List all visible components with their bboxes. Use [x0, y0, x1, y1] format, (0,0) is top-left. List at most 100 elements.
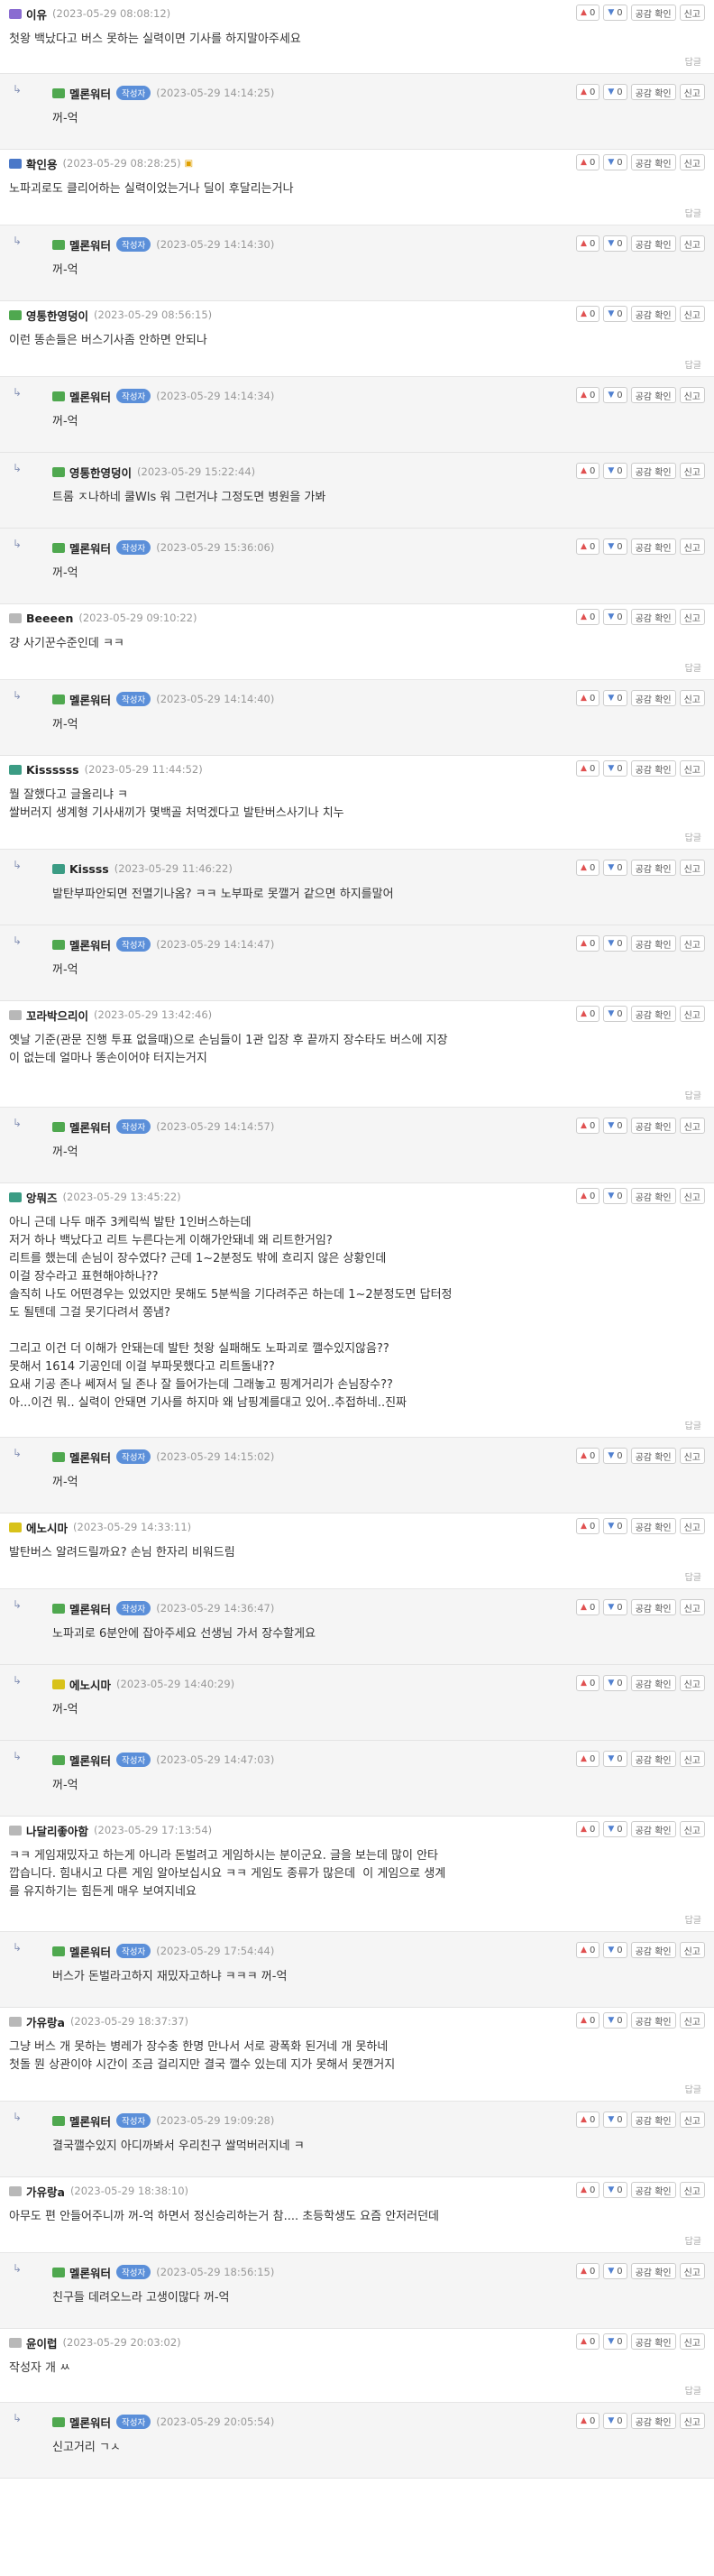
nickname[interactable]: 멜론워터 — [69, 539, 111, 557]
downvote-button[interactable]: ▼ 0 — [603, 2182, 627, 2198]
sympathy-check-button[interactable]: 공감 확인 — [630, 760, 676, 777]
upvote-button[interactable]: ▲ 0 — [576, 1942, 600, 1958]
reply-link[interactable]: 답글 — [685, 1418, 701, 1431]
reply-link[interactable]: 답글 — [685, 1912, 701, 1926]
sympathy-check-button[interactable]: 공감 확인 — [630, 5, 676, 21]
sympathy-check-button[interactable]: 공감 확인 — [630, 306, 676, 322]
downvote-button[interactable]: ▼ 0 — [603, 1821, 627, 1837]
upvote-button[interactable]: ▲ 0 — [576, 1821, 600, 1837]
downvote-button[interactable]: ▼ 0 — [603, 1006, 627, 1022]
sympathy-check-button[interactable]: 공감 확인 — [630, 690, 676, 706]
report-button[interactable]: 신고 — [679, 2012, 705, 2029]
upvote-button[interactable]: ▲ 0 — [576, 5, 600, 21]
downvote-button[interactable]: ▼ 0 — [603, 1448, 627, 1464]
report-button[interactable]: 신고 — [679, 1751, 705, 1767]
downvote-button[interactable]: ▼ 0 — [603, 760, 627, 777]
nickname[interactable]: 멜론워터 — [69, 1118, 111, 1136]
sympathy-check-button[interactable]: 공감 확인 — [630, 609, 676, 625]
downvote-button[interactable]: ▼ 0 — [603, 860, 627, 876]
reply-link[interactable]: 답글 — [685, 2082, 701, 2095]
sympathy-check-button[interactable]: 공감 확인 — [630, 1599, 676, 1615]
upvote-button[interactable]: ▲ 0 — [576, 235, 600, 252]
report-button[interactable]: 신고 — [679, 2263, 705, 2279]
sympathy-check-button[interactable]: 공감 확인 — [630, 463, 676, 479]
upvote-button[interactable]: ▲ 0 — [576, 1675, 600, 1691]
upvote-button[interactable]: ▲ 0 — [576, 2333, 600, 2350]
sympathy-check-button[interactable]: 공감 확인 — [630, 1448, 676, 1464]
upvote-button[interactable]: ▲ 0 — [576, 2263, 600, 2279]
nickname[interactable]: 멜론워터 — [69, 2264, 111, 2281]
nickname[interactable]: Kissss — [69, 862, 109, 876]
sympathy-check-button[interactable]: 공감 확인 — [630, 1751, 676, 1767]
report-button[interactable]: 신고 — [679, 1599, 705, 1615]
nickname[interactable]: 멜론워터 — [69, 85, 111, 102]
report-button[interactable]: 신고 — [679, 1118, 705, 1134]
upvote-button[interactable]: ▲ 0 — [576, 387, 600, 403]
sympathy-check-button[interactable]: 공감 확인 — [630, 1675, 676, 1691]
upvote-button[interactable]: ▲ 0 — [576, 2111, 600, 2128]
nickname[interactable]: 멜론워터 — [69, 1943, 111, 1960]
upvote-button[interactable]: ▲ 0 — [576, 860, 600, 876]
downvote-button[interactable]: ▼ 0 — [603, 690, 627, 706]
report-button[interactable]: 신고 — [679, 609, 705, 625]
report-button[interactable]: 신고 — [679, 1942, 705, 1958]
sympathy-check-button[interactable]: 공감 확인 — [630, 2263, 676, 2279]
upvote-button[interactable]: ▲ 0 — [576, 306, 600, 322]
nickname[interactable]: 멜론워터 — [69, 236, 111, 253]
downvote-button[interactable]: ▼ 0 — [603, 84, 627, 100]
nickname[interactable]: 멜론워터 — [69, 388, 111, 405]
downvote-button[interactable]: ▼ 0 — [603, 538, 627, 555]
upvote-button[interactable]: ▲ 0 — [576, 1006, 600, 1022]
reply-link[interactable]: 답글 — [685, 830, 701, 843]
upvote-button[interactable]: ▲ 0 — [576, 1118, 600, 1134]
downvote-button[interactable]: ▼ 0 — [603, 1942, 627, 1958]
report-button[interactable]: 신고 — [679, 2182, 705, 2198]
upvote-button[interactable]: ▲ 0 — [576, 1448, 600, 1464]
report-button[interactable]: 신고 — [679, 235, 705, 252]
upvote-button[interactable]: ▲ 0 — [576, 2012, 600, 2029]
nickname[interactable]: 멜론워터 — [69, 936, 111, 953]
report-button[interactable]: 신고 — [679, 1821, 705, 1837]
downvote-button[interactable]: ▼ 0 — [603, 387, 627, 403]
report-button[interactable]: 신고 — [679, 538, 705, 555]
downvote-button[interactable]: ▼ 0 — [603, 2333, 627, 2350]
sympathy-check-button[interactable]: 공감 확인 — [630, 1118, 676, 1134]
downvote-button[interactable]: ▼ 0 — [603, 1751, 627, 1767]
sympathy-check-button[interactable]: 공감 확인 — [630, 1821, 676, 1837]
report-button[interactable]: 신고 — [679, 1675, 705, 1691]
report-button[interactable]: 신고 — [679, 154, 705, 170]
nickname[interactable]: Beeeen — [26, 612, 73, 625]
downvote-button[interactable]: ▼ 0 — [603, 2111, 627, 2128]
nickname[interactable]: 가유랑a — [26, 2183, 65, 2200]
sympathy-check-button[interactable]: 공감 확인 — [630, 2182, 676, 2198]
downvote-button[interactable]: ▼ 0 — [603, 1675, 627, 1691]
nickname[interactable]: 확인용 — [26, 155, 58, 172]
upvote-button[interactable]: ▲ 0 — [576, 84, 600, 100]
upvote-button[interactable]: ▲ 0 — [576, 538, 600, 555]
reply-link[interactable]: 답글 — [685, 1569, 701, 1583]
report-button[interactable]: 신고 — [679, 2413, 705, 2429]
downvote-button[interactable]: ▼ 0 — [603, 609, 627, 625]
nickname[interactable]: 앙뭐즈 — [26, 1189, 58, 1206]
nickname[interactable]: 멜론워터 — [69, 2112, 111, 2130]
downvote-button[interactable]: ▼ 0 — [603, 2413, 627, 2429]
report-button[interactable]: 신고 — [679, 2333, 705, 2350]
nickname[interactable]: 가유랑a — [26, 2013, 65, 2030]
nickname[interactable]: 멜론워터 — [69, 1449, 111, 1466]
downvote-button[interactable]: ▼ 0 — [603, 2012, 627, 2029]
upvote-button[interactable]: ▲ 0 — [576, 935, 600, 952]
nickname[interactable]: 윤이럽 — [26, 2334, 58, 2351]
sympathy-check-button[interactable]: 공감 확인 — [630, 154, 676, 170]
report-button[interactable]: 신고 — [679, 1188, 705, 1204]
report-button[interactable]: 신고 — [679, 306, 705, 322]
sympathy-check-button[interactable]: 공감 확인 — [630, 387, 676, 403]
nickname[interactable]: 이유 — [26, 5, 47, 23]
report-button[interactable]: 신고 — [679, 1006, 705, 1022]
reply-link[interactable]: 답글 — [685, 357, 701, 371]
upvote-button[interactable]: ▲ 0 — [576, 2182, 600, 2198]
sympathy-check-button[interactable]: 공감 확인 — [630, 2012, 676, 2029]
upvote-button[interactable]: ▲ 0 — [576, 2413, 600, 2429]
downvote-button[interactable]: ▼ 0 — [603, 1118, 627, 1134]
sympathy-check-button[interactable]: 공감 확인 — [630, 2333, 676, 2350]
downvote-button[interactable]: ▼ 0 — [603, 5, 627, 21]
